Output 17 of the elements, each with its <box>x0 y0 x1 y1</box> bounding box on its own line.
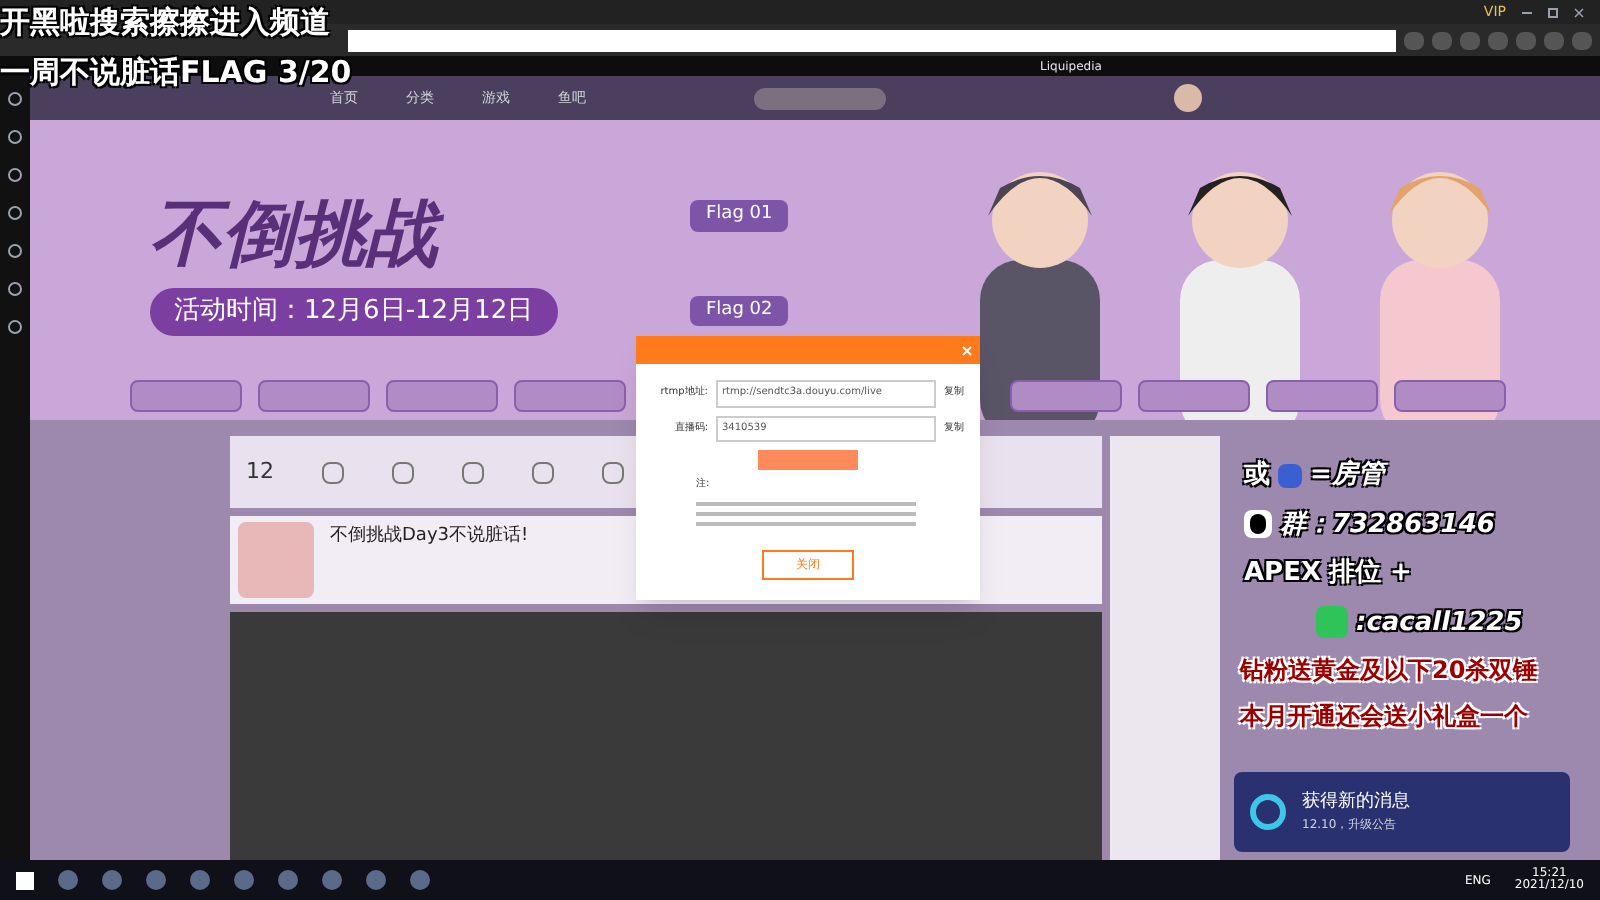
rank-label: 排位 + <box>1329 556 1412 592</box>
promo-text: 本月开通还会送小礼盒一个 <box>1240 700 1530 734</box>
notification-title: 获得新的消息 <box>1302 789 1410 816</box>
moderator-label: =房管 <box>1310 457 1384 494</box>
or-label: 或 <box>1244 458 1270 494</box>
level-count: 12 <box>246 455 274 488</box>
overlay-caption: 开黑啦搜索擦擦进入频道 <box>0 2 332 44</box>
event-dates: 活动时间：12月6日-12月12日 <box>150 288 558 335</box>
apex-logo: APEX <box>1244 556 1321 592</box>
banner-title: 不倒挑战 <box>150 200 690 272</box>
qq-group: 群：732863146 <box>1280 505 1495 544</box>
flag-label: Flag 02 <box>690 295 789 326</box>
flag-label: Flag 01 <box>690 200 789 231</box>
stream-title: 不倒挑战Day3不说脏话! <box>330 524 529 550</box>
wechat-id: :cacall1225 <box>1356 605 1523 641</box>
promo-text: 钻粉送黄金及以下20杀双锤 <box>1240 654 1538 688</box>
overlay-caption: 一周不说脏话FLAG 3/20 <box>0 51 352 90</box>
